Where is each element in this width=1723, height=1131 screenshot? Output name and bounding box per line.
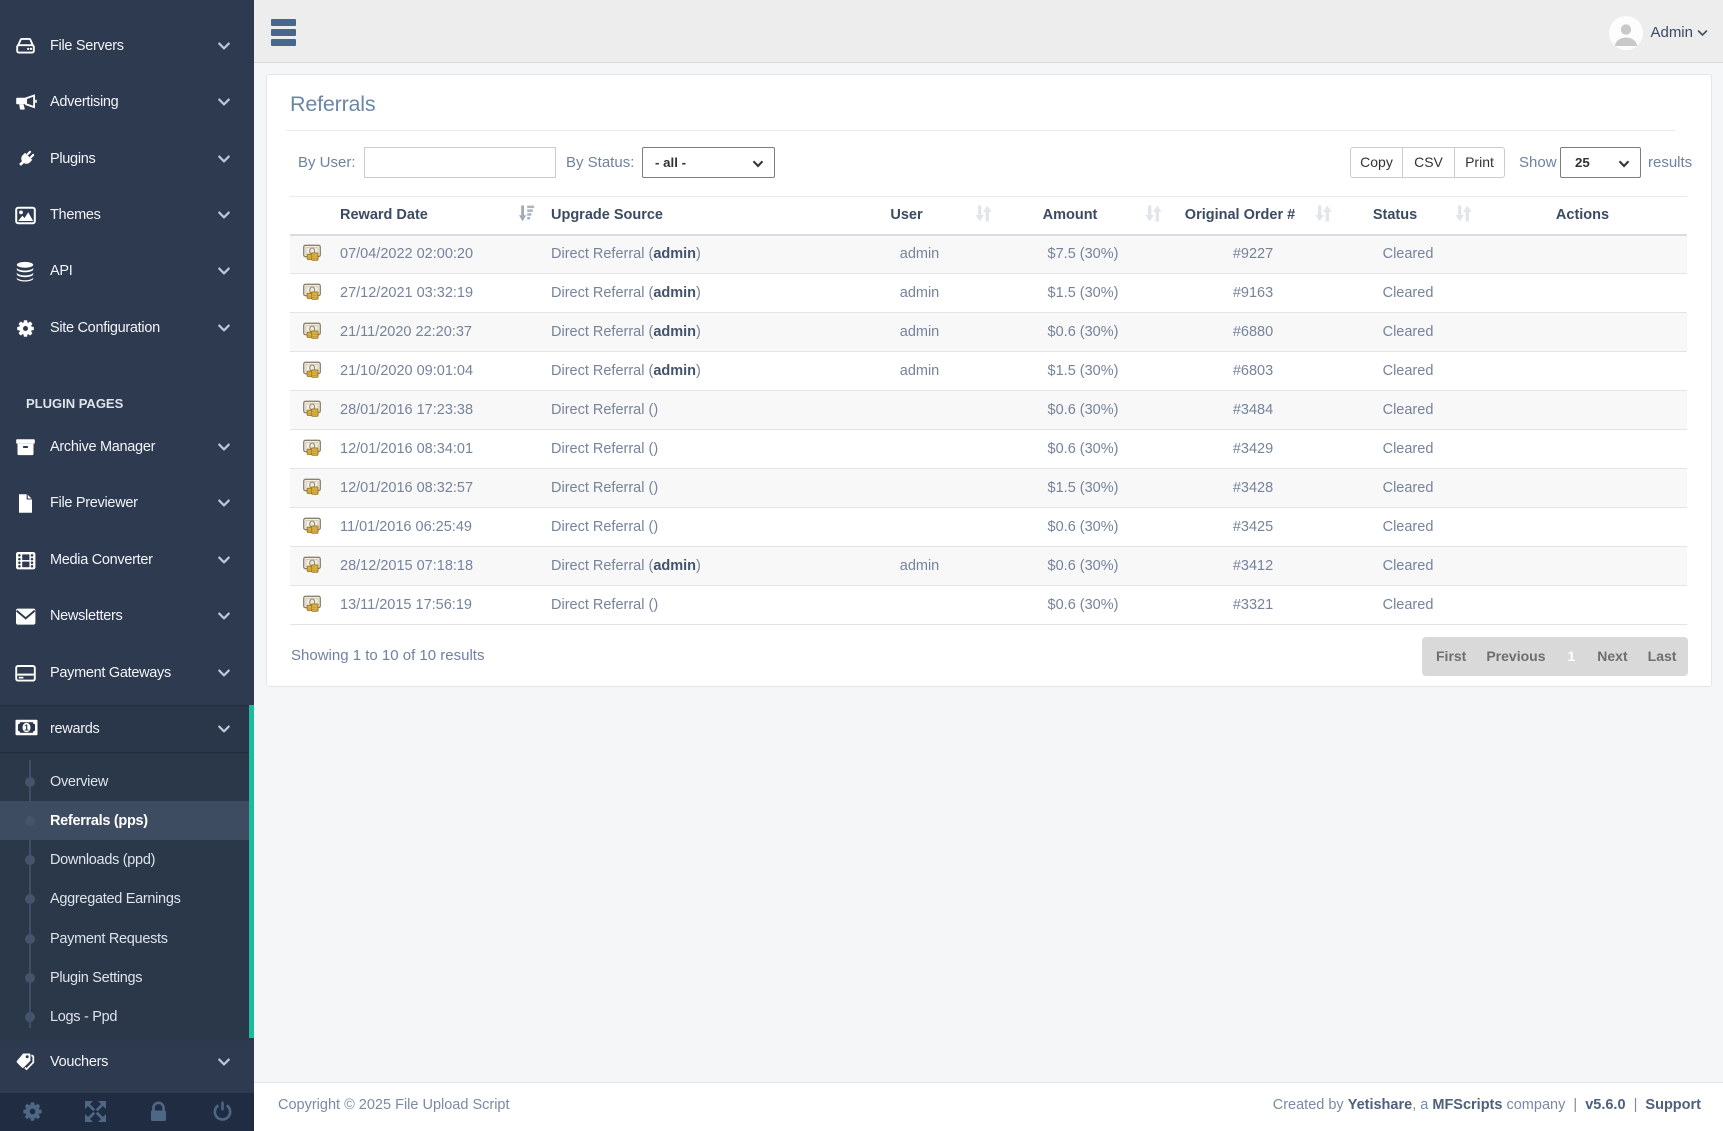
svg-text:1: 1 xyxy=(24,723,29,733)
